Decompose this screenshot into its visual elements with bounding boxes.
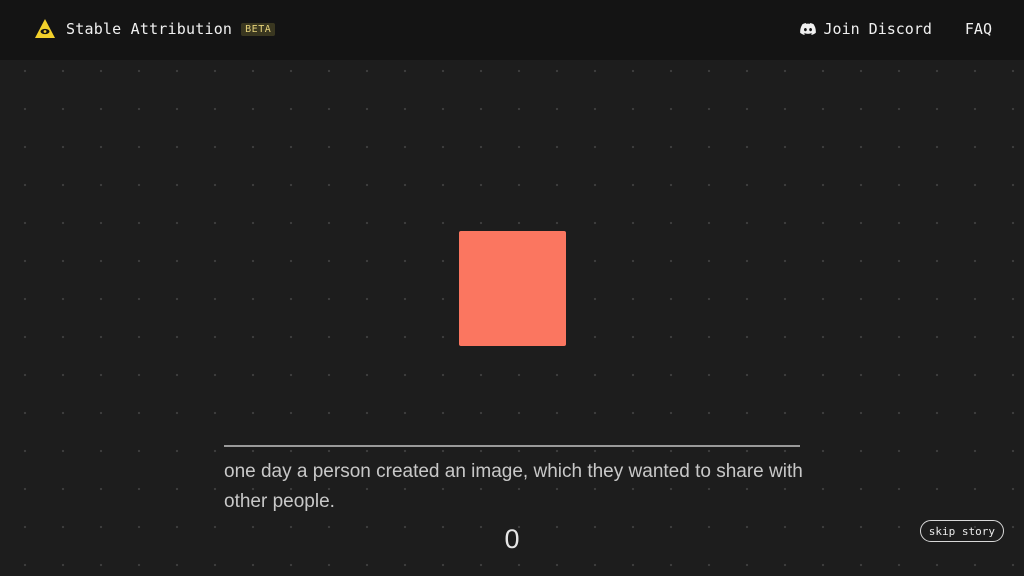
header-nav: Join Discord FAQ xyxy=(799,20,992,38)
story-text: one day a person created an image, which… xyxy=(224,461,803,512)
story-step-counter: 0 xyxy=(504,524,520,554)
story-divider xyxy=(224,445,800,447)
join-discord-label: Join Discord xyxy=(823,20,932,38)
top-navigation-bar: Stable Attribution BETA Join Discord FAQ xyxy=(0,0,1024,60)
faq-link[interactable]: FAQ xyxy=(965,20,992,38)
join-discord-link[interactable]: Join Discord xyxy=(799,20,932,38)
story-image-placeholder xyxy=(459,231,566,346)
brand-logo-link[interactable]: Stable Attribution BETA xyxy=(34,18,276,40)
brand-name: Stable Attribution xyxy=(66,20,233,38)
beta-badge: BETA xyxy=(241,22,276,36)
eye-triangle-icon xyxy=(35,19,55,38)
skip-story-button[interactable]: skip story xyxy=(919,520,1004,542)
discord-icon xyxy=(799,22,816,35)
